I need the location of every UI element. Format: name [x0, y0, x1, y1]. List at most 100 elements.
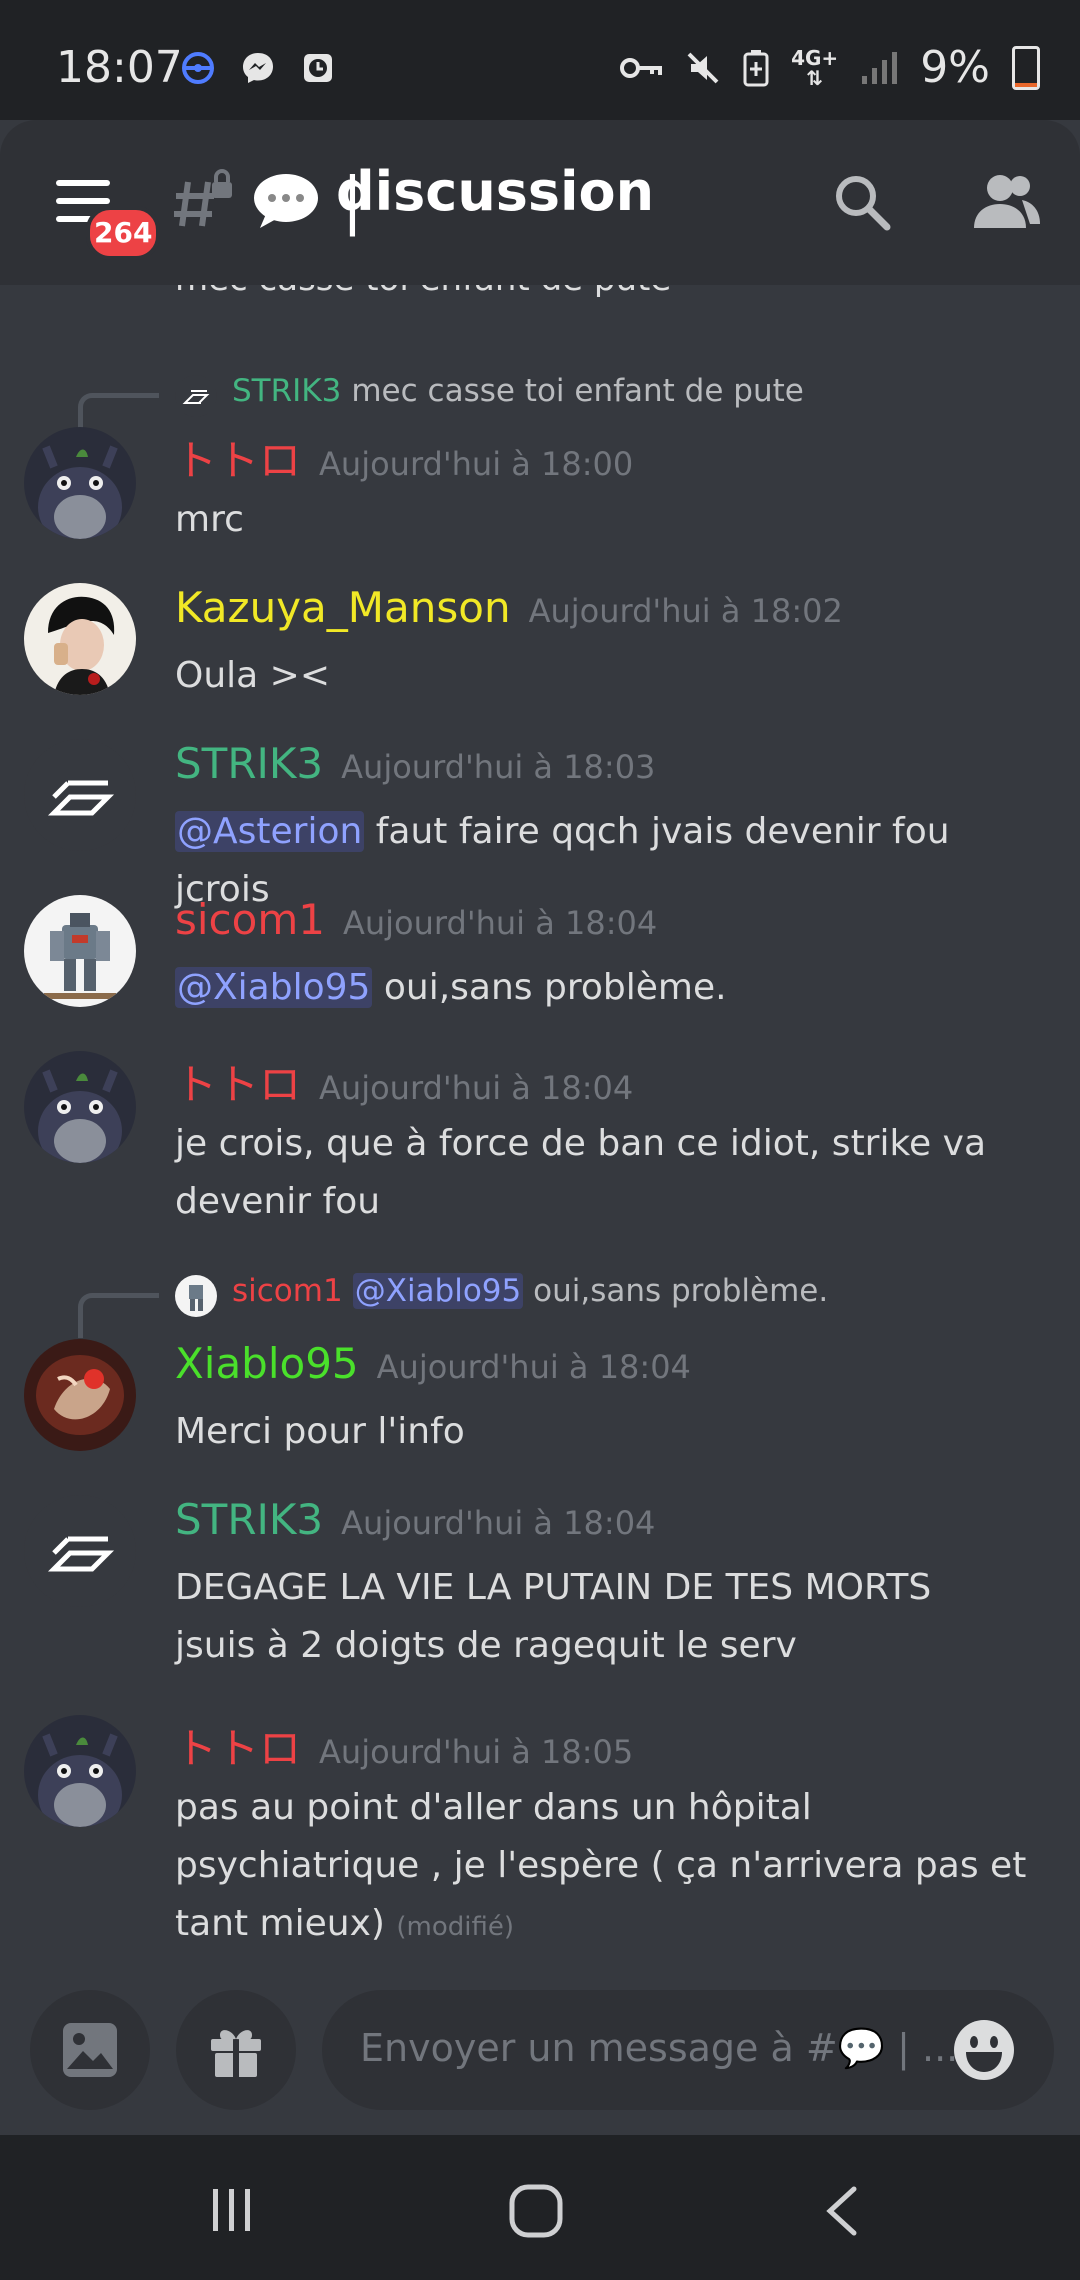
message-header: トトロ Aujourd'hui à 18:00: [175, 427, 633, 488]
messenger-icon: [243, 53, 273, 83]
strik3-logo-icon: [182, 390, 210, 404]
timestamp: Aujourd'hui à 18:04: [319, 1069, 634, 1107]
battery-icon: [1012, 45, 1040, 90]
gift-button[interactable]: [176, 1990, 296, 2110]
channel-icons: |: [170, 164, 363, 237]
system-navigation-bar: [0, 2135, 1080, 2280]
edited-tag: (modifié): [396, 1912, 515, 1942]
totoro-avatar-image: [24, 1715, 136, 1827]
message-content: je crois, que à force de ban ce idiot, s…: [175, 1123, 987, 1222]
message-header: Kazuya_Manson Aujourd'hui à 18:02: [175, 583, 843, 632]
reply-connector: [78, 1293, 159, 1338]
reply-content: sicom1 @Xiablo95 oui,sans problème.: [232, 1273, 828, 1309]
reply-content: STRIK3 mec casse toi enfant de pute: [232, 373, 804, 409]
back-icon[interactable]: [818, 2183, 868, 2239]
attach-image-button[interactable]: [30, 1990, 150, 2110]
strik3-small-avatar: [175, 375, 217, 417]
timestamp: Aujourd'hui à 18:00: [319, 445, 634, 483]
message-input[interactable]: Envoyer un message à #💬 | ...: [322, 1990, 1054, 2110]
avatar-sicom1[interactable]: [24, 895, 136, 1007]
user-mention[interactable]: @Xiablo95: [175, 967, 373, 1008]
message-header: STRIK3 Aujourd'hui à 18:03: [175, 739, 655, 788]
author-name[interactable]: sicom1: [175, 895, 325, 944]
system-icons: 4G+ ⇅ 9%: [619, 42, 1040, 93]
author-name[interactable]: Xiablo95: [175, 1339, 359, 1388]
status-bar: 18:07 4G+ ⇅ 9%: [0, 0, 1080, 120]
speech-bubble-icon: [254, 173, 318, 228]
avatar-totoro[interactable]: [24, 1051, 136, 1163]
message-content: Oula ><: [175, 655, 330, 696]
timestamp: Aujourd'hui à 18:04: [341, 1504, 656, 1542]
message-composer: Envoyer un message à #💬 | ...: [0, 1985, 1080, 2135]
sicom1-avatar-image: [175, 1275, 217, 1317]
avatar-totoro[interactable]: [24, 1715, 136, 1827]
network-type: 4G+: [791, 45, 839, 70]
battery-saver-icon: [743, 49, 769, 86]
strik3-logo-icon: [47, 1536, 115, 1572]
signal-icon: [862, 51, 898, 84]
reply-reference[interactable]: sicom1 @Xiablo95 oui,sans problème.: [0, 1265, 1080, 1338]
search-icon[interactable]: [830, 170, 894, 234]
reply-body: oui,sans problème.: [533, 1273, 829, 1309]
author-name[interactable]: STRIK3: [175, 1495, 323, 1544]
battery-percent: 9%: [920, 42, 990, 93]
message-list[interactable]: mec casse toi enfant de pute STRIK3mec c…: [0, 285, 1080, 1985]
reply-reference[interactable]: STRIK3 mec casse toi enfant de pute: [0, 365, 1080, 438]
emoji-icon[interactable]: [952, 2018, 1016, 2082]
unread-badge: 264: [86, 206, 161, 260]
mute-icon: [687, 52, 719, 83]
message-text: oui,sans problème.: [383, 967, 727, 1008]
author-name[interactable]: トトロ: [175, 436, 301, 485]
message-content: Merci pour l'info: [175, 1411, 465, 1452]
xiablo95-avatar-image: [24, 1339, 136, 1451]
message-line: DEGAGE LA VIE LA PUTAIN DE TES MORTS: [175, 1567, 932, 1608]
locked-channel-icon: [174, 168, 232, 226]
totoro-avatar-image: [24, 1051, 136, 1163]
home-icon[interactable]: [508, 2183, 564, 2239]
notification-icons: [180, 50, 336, 86]
reply-author: STRIK3: [232, 373, 342, 409]
channel-header: 264 | discussion: [0, 120, 1080, 285]
members-icon[interactable]: [972, 170, 1042, 234]
channel-name: discussion: [336, 160, 655, 223]
battery-fill: [1015, 83, 1037, 87]
gift-icon: [211, 2030, 261, 2077]
message-content: mrc: [175, 499, 244, 540]
avatar-kazuya[interactable]: [24, 583, 136, 695]
reply-author: sicom1: [232, 1273, 343, 1309]
sicom1-avatar-image: [24, 895, 136, 1007]
avatar-xiablo95[interactable]: [24, 1339, 136, 1451]
message-content: pas au point d'aller dans un hôpital psy…: [175, 1779, 1055, 1956]
data-arrows-glyph: ⇅: [806, 65, 824, 90]
recents-icon[interactable]: [205, 2183, 259, 2237]
message-input-placeholder: Envoyer un message à #💬 | ...: [360, 2026, 959, 2070]
timestamp: Aujourd'hui à 18:05: [319, 1733, 634, 1771]
message-header: STRIK3 Aujourd'hui à 18:04: [175, 1495, 655, 1544]
user-mention[interactable]: @Asterion: [175, 811, 365, 852]
cut-off-message: mec casse toi enfant de pute: [175, 285, 671, 299]
avatar-totoro[interactable]: [24, 427, 136, 539]
message-text: pas au point d'aller dans un hôpital psy…: [175, 1787, 1027, 1944]
user-mention: @Xiablo95: [352, 1273, 524, 1309]
data-arrows-icon: 4G+ ⇅: [791, 48, 838, 88]
totoro-avatar-image: [24, 427, 136, 539]
avatar-strik3[interactable]: [24, 1495, 136, 1607]
message-header: sicom1 Aujourd'hui à 18:04: [175, 895, 657, 944]
message-header: トトロ Aujourd'hui à 18:04: [175, 1051, 633, 1112]
author-name[interactable]: トトロ: [175, 1724, 301, 1773]
key-icon: [620, 57, 663, 78]
status-time: 18:07: [56, 42, 183, 93]
clock-app-icon: [304, 54, 332, 82]
message-header: トトロ Aujourd'hui à 18:05: [175, 1715, 633, 1776]
avatar-strik3[interactable]: [24, 739, 136, 851]
timestamp: Aujourd'hui à 18:04: [376, 1348, 691, 1386]
author-name[interactable]: トトロ: [175, 1060, 301, 1109]
message-content: DEGAGE LA VIE LA PUTAIN DE TES MORTS jsu…: [175, 1559, 1055, 1675]
reply-body: mec casse toi enfant de pute: [351, 373, 804, 409]
timestamp: Aujourd'hui à 18:02: [528, 592, 843, 630]
message-header: Xiablo95 Aujourd'hui à 18:04: [175, 1339, 691, 1388]
message-line: jsuis à 2 doigts de ragequit le serv: [175, 1625, 797, 1666]
author-name[interactable]: Kazuya_Manson: [175, 583, 511, 632]
message-content: @Xiablo95 oui,sans problème.: [175, 959, 1055, 1017]
author-name[interactable]: STRIK3: [175, 739, 323, 788]
